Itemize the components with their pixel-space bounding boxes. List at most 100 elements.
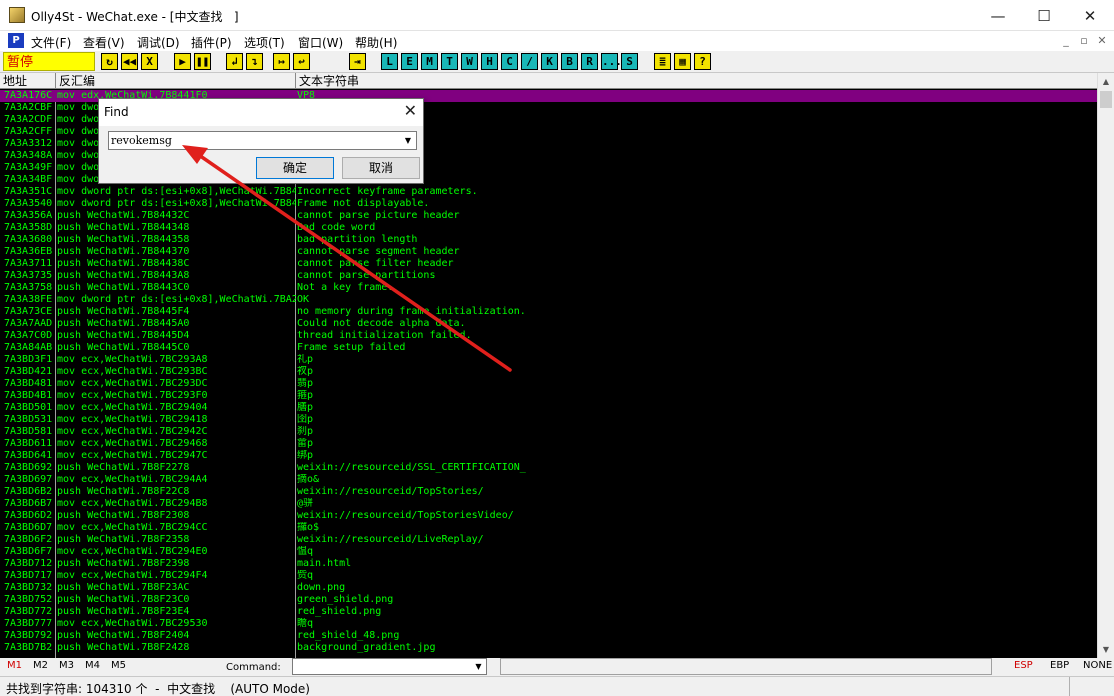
register-ebp[interactable]: EBP: [1050, 660, 1069, 671]
table-row[interactable]: 7A3BD6D7 mov ecx,WeChatWi.7BC294CC 攞o$: [0, 522, 1097, 534]
log-window-button[interactable]: L: [381, 53, 398, 70]
table-row[interactable]: 7A3BD481 mov ecx,WeChatWi.7BC293DC 翡p: [0, 378, 1097, 390]
menu-plugins[interactable]: 插件(P): [191, 34, 232, 51]
table-row[interactable]: 7A3A7C0D push WeChatWi.7B8445D4 thread ini…: [0, 330, 1097, 342]
table-row[interactable]: 7A3A84AB push WeChatWi.7B8445C0 Frame setu…: [0, 342, 1097, 354]
table-row[interactable]: 7A3BD6B2 push WeChatWi.7B8F22C8 weixin://r…: [0, 486, 1097, 498]
table-row[interactable]: 7A3BD772 push WeChatWi.7B8F23E4 red_shield…: [0, 606, 1097, 618]
table-row[interactable]: 7A3BD732 push WeChatWi.7B8F23AC down.png: [0, 582, 1097, 594]
register-none[interactable]: NONE: [1083, 660, 1112, 671]
call-stack-window-button[interactable]: K: [541, 53, 558, 70]
column-header-text-string[interactable]: 文本字符串: [296, 73, 1097, 89]
table-row[interactable]: 7A3BD6D2 push WeChatWi.7B8F2308 weixin://r…: [0, 510, 1097, 522]
memory-window-button[interactable]: M: [421, 53, 438, 70]
menu-view[interactable]: 查看(V): [83, 34, 125, 51]
mark-m3[interactable]: M3: [59, 660, 74, 671]
table-row[interactable]: 7A3BD712 push WeChatWi.7B8F2398 main.html: [0, 558, 1097, 570]
scroll-up-icon[interactable]: ▲: [1098, 73, 1114, 90]
column-header-disassembly[interactable]: 反汇编: [56, 73, 296, 89]
table-row[interactable]: 7A3BD421 mov ecx,WeChatWi.7BC293BC 衩p: [0, 366, 1097, 378]
cancel-button[interactable]: 取消: [342, 157, 420, 179]
breakpoints-window-button[interactable]: B: [561, 53, 578, 70]
step-over-icon[interactable]: ↴: [246, 53, 263, 70]
mdi-window-icon[interactable]: P: [8, 33, 24, 48]
mark-m4[interactable]: M4: [85, 660, 100, 671]
modules-window-button[interactable]: E: [401, 53, 418, 70]
scroll-down-icon[interactable]: ▼: [1098, 641, 1114, 658]
table-row[interactable]: 7A3BD792 push WeChatWi.7B8F2404 red_shield…: [0, 630, 1097, 642]
column-header-address[interactable]: 地址: [0, 73, 56, 89]
minimize-button[interactable]: —: [975, 0, 1021, 31]
menu-window[interactable]: 窗口(W): [298, 34, 343, 51]
close-button[interactable]: ✕: [1067, 0, 1113, 31]
run-trace-window-button[interactable]: ...: [601, 53, 622, 70]
command-input[interactable]: ▼: [292, 658, 487, 675]
table-row[interactable]: 7A3BD752 push WeChatWi.7B8F23C0 green_shie…: [0, 594, 1097, 606]
table-row[interactable]: 7A3BD697 mov ecx,WeChatWi.7BC294A4 摘o&: [0, 474, 1097, 486]
mdi-close-button[interactable]: ✕: [1094, 33, 1110, 49]
table-row[interactable]: 7A3BD6B7 mov ecx,WeChatWi.7BC294B8 @骈: [0, 498, 1097, 510]
table-row[interactable]: 7A3A38FE mov dword ptr ds:[esi+0x8],WeCha…: [0, 294, 1097, 306]
table-row[interactable]: 7A3A73CE push WeChatWi.7B8445F4 no memory …: [0, 306, 1097, 318]
table-row[interactable]: 7A3A36EB push WeChatWi.7B844370 cannot par…: [0, 246, 1097, 258]
table-row[interactable]: 7A3A3680 push WeChatWi.7B844358 bad partit…: [0, 234, 1097, 246]
rewind-icon[interactable]: ◀◀: [121, 53, 138, 70]
close-icon[interactable]: ✕: [404, 101, 417, 120]
table-row[interactable]: 7A3BD531 mov ecx,WeChatWi.7BC29418 囹p: [0, 414, 1097, 426]
threads-window-button[interactable]: T: [441, 53, 458, 70]
table-row[interactable]: 7A3A3540 mov dword ptr ds:[esi+0x8],WeCha…: [0, 198, 1097, 210]
ok-button[interactable]: 确定: [256, 157, 334, 179]
help-icon[interactable]: ?: [694, 53, 711, 70]
table-row[interactable]: 7A3BD581 mov ecx,WeChatWi.7BC2942C 刹p: [0, 426, 1097, 438]
table-row[interactable]: 7A3BD7B2 push WeChatWi.7B8F2428 background…: [0, 642, 1097, 654]
chevron-down-icon[interactable]: ▼: [400, 132, 416, 149]
run-icon[interactable]: ▶: [174, 53, 191, 70]
list-icon[interactable]: ≣: [654, 53, 671, 70]
find-search-input[interactable]: revokemsg ▼: [108, 131, 417, 150]
mark-m5[interactable]: M5: [111, 660, 126, 671]
table-row[interactable]: 7A3BD641 mov ecx,WeChatWi.7BC2947C 绑p: [0, 450, 1097, 462]
scrollbar-thumb[interactable]: [1100, 91, 1112, 108]
table-row[interactable]: 7A3BD777 mov ecx,WeChatWi.7BC29530 瞻q: [0, 618, 1097, 630]
pause-icon[interactable]: ❚❚: [194, 53, 211, 70]
vertical-scrollbar[interactable]: ▲ ▼: [1097, 73, 1114, 658]
restart-icon[interactable]: ↻: [101, 53, 118, 70]
table-row[interactable]: 7A3A356A push WeChatWi.7B84432C cannot par…: [0, 210, 1097, 222]
table-row[interactable]: 7A3BD501 mov ecx,WeChatWi.7BC29404 膳p: [0, 402, 1097, 414]
handles-window-button[interactable]: H: [481, 53, 498, 70]
table-row[interactable]: 7A3A3711 push WeChatWi.7B84438C cannot par…: [0, 258, 1097, 270]
execute-till-return-icon[interactable]: ⇥: [349, 53, 366, 70]
windows-window-button[interactable]: W: [461, 53, 478, 70]
table-row[interactable]: 7A3A351C mov dword ptr ds:[esi+0x8],WeCha…: [0, 186, 1097, 198]
mark-m2[interactable]: M2: [33, 660, 48, 671]
trace-into-icon[interactable]: ↦: [273, 53, 290, 70]
chevron-down-icon[interactable]: ▼: [471, 659, 486, 674]
menu-debug[interactable]: 调试(D): [137, 34, 180, 51]
table-row[interactable]: 7A3A7AAD push WeChatWi.7B8445A0 Could not …: [0, 318, 1097, 330]
table-row[interactable]: 7A3A3758 push WeChatWi.7B8443C0 Not a key …: [0, 282, 1097, 294]
table-row[interactable]: 7A3BD717 mov ecx,WeChatWi.7BC294F4 赀q: [0, 570, 1097, 582]
table-row[interactable]: 7A3BD692 push WeChatWi.7B8F2278 weixin://r…: [0, 462, 1097, 474]
table-row[interactable]: 7A3BD3F1 mov ecx,WeChatWi.7BC293A8 礼p: [0, 354, 1097, 366]
menu-options[interactable]: 选项(T): [244, 34, 285, 51]
step-into-icon[interactable]: ↲: [226, 53, 243, 70]
maximize-button[interactable]: ☐: [1021, 0, 1067, 31]
table-row[interactable]: 7A3BD6F2 push WeChatWi.7B8F2358 weixin://r…: [0, 534, 1097, 546]
mdi-restore-button[interactable]: ▫: [1076, 33, 1092, 49]
table-row[interactable]: 7A3A358D push WeChatWi.7B844348 Bad code w…: [0, 222, 1097, 234]
table-row[interactable]: 7A3BD6F7 mov ecx,WeChatWi.7BC294E0 愠q: [0, 546, 1097, 558]
menu-help[interactable]: 帮助(H): [355, 34, 397, 51]
grid-icon[interactable]: ▦: [674, 53, 691, 70]
register-esp[interactable]: ESP: [1014, 660, 1033, 671]
find-search-value[interactable]: revokemsg: [111, 134, 172, 147]
references-window-button[interactable]: R: [581, 53, 598, 70]
close-process-icon[interactable]: X: [141, 53, 158, 70]
table-row[interactable]: 7A3A3735 push WeChatWi.7B8443A8 cannot par…: [0, 270, 1097, 282]
table-row[interactable]: 7A3BD611 mov ecx,WeChatWi.7BC29468 畲p: [0, 438, 1097, 450]
cpu-window-button[interactable]: C: [501, 53, 518, 70]
trace-over-icon[interactable]: ↩: [293, 53, 310, 70]
table-row[interactable]: 7A3BD4B1 mov ecx,WeChatWi.7BC293F0 箍p: [0, 390, 1097, 402]
mdi-minimize-button[interactable]: _: [1058, 33, 1074, 49]
mark-m1[interactable]: M1: [7, 660, 22, 671]
menu-file[interactable]: 文件(F): [31, 34, 71, 51]
